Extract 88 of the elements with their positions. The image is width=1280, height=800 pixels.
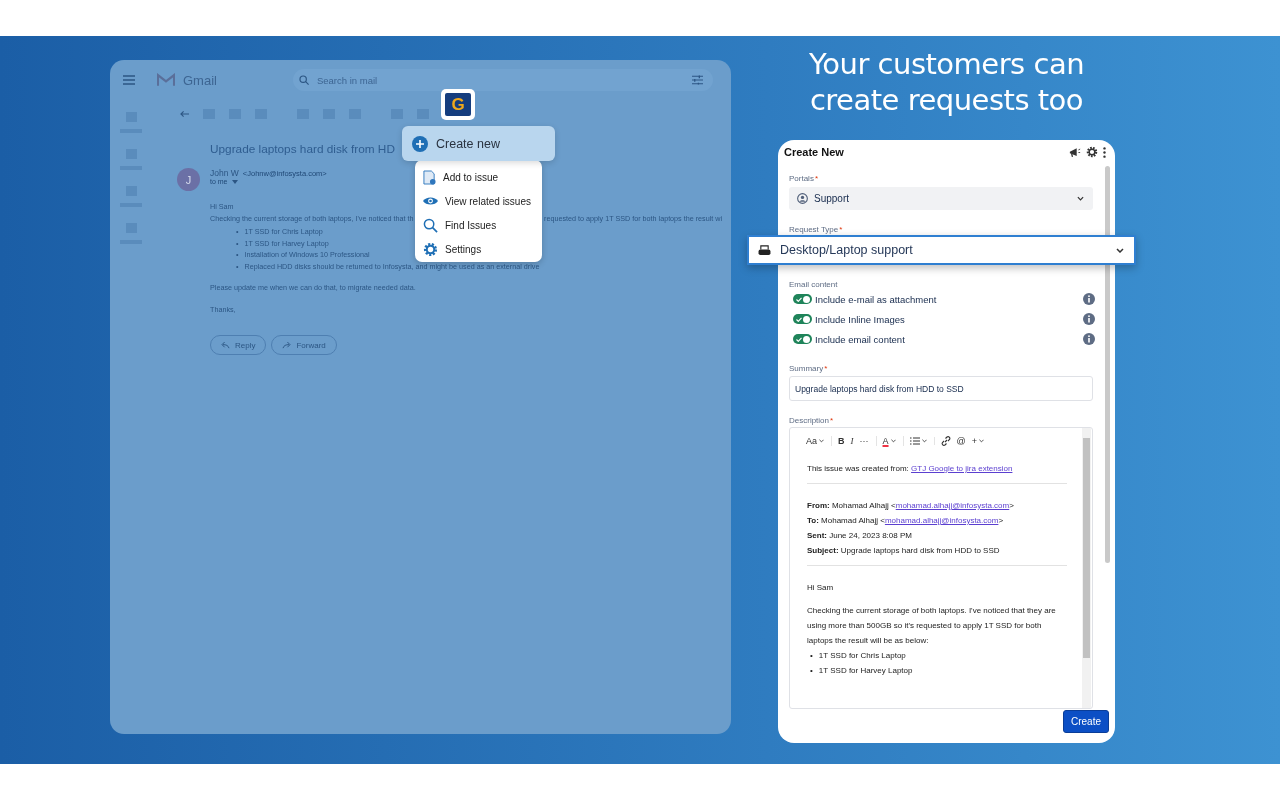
extension-link[interactable]: GTJ Google to jira extension [911, 464, 1013, 473]
scrollbar[interactable] [1082, 428, 1091, 708]
search-icon [298, 75, 309, 85]
field-label: Description [789, 416, 829, 425]
user-icon [797, 193, 808, 204]
back-arrow-icon[interactable] [180, 110, 189, 118]
field-label: Portals [789, 174, 814, 183]
create-new-menu-item[interactable]: Create new [402, 126, 555, 161]
chevron-down-icon [1077, 196, 1084, 201]
info-icon[interactable] [1083, 313, 1095, 325]
toolbar-button[interactable]: ··· [859, 436, 877, 446]
section-label: Email content [789, 280, 838, 289]
create-button[interactable]: Create [1063, 710, 1109, 733]
menu-icon[interactable] [123, 75, 135, 85]
more-icon[interactable] [1103, 146, 1106, 158]
email-subject: Upgrade laptops hard disk from HD [210, 142, 395, 158]
caret-icon [819, 439, 824, 443]
option-label: Include email content [815, 333, 906, 345]
description-editor[interactable] [789, 427, 1093, 709]
search-icon [423, 217, 438, 233]
caret-icon [890, 439, 896, 443]
menu-item[interactable]: Find Issues [423, 215, 501, 235]
option-label: Include e-mail as attachment [815, 293, 938, 305]
header-line: To: Mohamad Alhajj <mohamad.alhajj@infosysta.com> [807, 515, 1005, 527]
bullet-mark: • [810, 665, 813, 677]
link-icon [940, 436, 951, 446]
intro-text: This issue was created from: GTJ Google to jira extension [807, 463, 1014, 475]
app-name: Gmail [183, 72, 217, 88]
menu-item[interactable]: Settings [423, 239, 486, 259]
document-icon [423, 169, 436, 185]
toolbar-button[interactable]: B [838, 436, 845, 446]
filter-icon[interactable] [691, 75, 703, 85]
portal-dropdown[interactable]: Support [789, 187, 1093, 210]
settings-icon[interactable] [1086, 146, 1098, 158]
toolbar-button[interactable]: A [882, 436, 904, 446]
toolbar-button[interactable]: I [850, 436, 854, 446]
check-icon [796, 296, 802, 302]
plus-icon [412, 135, 428, 152]
option-label: Include Inline Images [815, 313, 906, 325]
avatar: J [177, 168, 200, 191]
toolbar-button[interactable]: Aa [806, 436, 832, 446]
toggle-switch[interactable] [793, 294, 812, 304]
forward-arrow-icon [282, 341, 292, 349]
check-icon [796, 336, 802, 342]
required-mark: * [824, 364, 828, 373]
megaphone-icon[interactable] [1069, 146, 1081, 158]
list-icon [909, 437, 920, 445]
required-mark: * [814, 174, 819, 183]
check-icon [796, 316, 802, 322]
menu-item[interactable]: Add to issue [423, 167, 503, 187]
field-label: Summary [789, 364, 824, 373]
email-link[interactable]: mohamad.alhajj@infosysta.com [895, 501, 1010, 510]
chevron-down-icon [1116, 247, 1124, 253]
info-icon[interactable] [1083, 333, 1095, 345]
caret-icon[interactable] [231, 179, 238, 184]
toolbar-button[interactable]: @ [956, 436, 966, 446]
required-mark: * [830, 416, 834, 425]
scrollbar[interactable] [1105, 166, 1110, 563]
sender-name: John W [210, 168, 239, 178]
email-link[interactable]: mohamad.alhajj@infosysta.com [884, 516, 999, 525]
bullet-item: 1T SSD for Harvey Laptop [818, 665, 913, 677]
extension-logo[interactable]: G [441, 89, 475, 120]
toolbar-button[interactable]: + [971, 436, 984, 446]
panel-title: Create New [784, 146, 845, 158]
toolbar-button[interactable] [940, 436, 951, 446]
printer-icon [758, 244, 771, 256]
settings-icon [423, 241, 438, 257]
header-line: Subject: Upgrade laptops hard disk from HDD to SSD [807, 545, 1001, 557]
body-paragraph: Checking the current storage of both laptops. I've noticed that they are using more than 500GB so it's requested to apply 1T SSD for both laptops the result will be as below: [807, 605, 1057, 647]
bullet-item: 1T SSD for Chris Laptop [818, 650, 906, 662]
field-label: Request Type [789, 225, 839, 234]
reply-arrow-icon [221, 341, 230, 349]
toggle-switch[interactable] [793, 334, 812, 344]
required-mark: * [839, 225, 843, 234]
menu-item[interactable]: View related issues [423, 191, 535, 211]
bullet-mark: • [810, 650, 813, 662]
toggle-switch[interactable] [793, 314, 812, 324]
caret-icon [921, 439, 927, 443]
eye-icon [423, 196, 438, 206]
headline: Your customers can create requests too [807, 46, 1086, 118]
summary-field[interactable]: Upgrade laptops hard disk from HDD to SSD [789, 376, 1093, 401]
caret-icon [978, 439, 984, 443]
request-type-dropdown[interactable]: Desktop/Laptop support [747, 235, 1136, 265]
info-icon[interactable] [1083, 293, 1095, 305]
greeting-text: Hi Sam [807, 582, 835, 594]
envelope-logo-icon [157, 73, 175, 87]
header-line: Sent: June 24, 2023 8:08 PM [807, 530, 913, 542]
header-line: From: Mohamad Alhajj <mohamad.alhajj@infosysta.com> [807, 500, 1015, 512]
